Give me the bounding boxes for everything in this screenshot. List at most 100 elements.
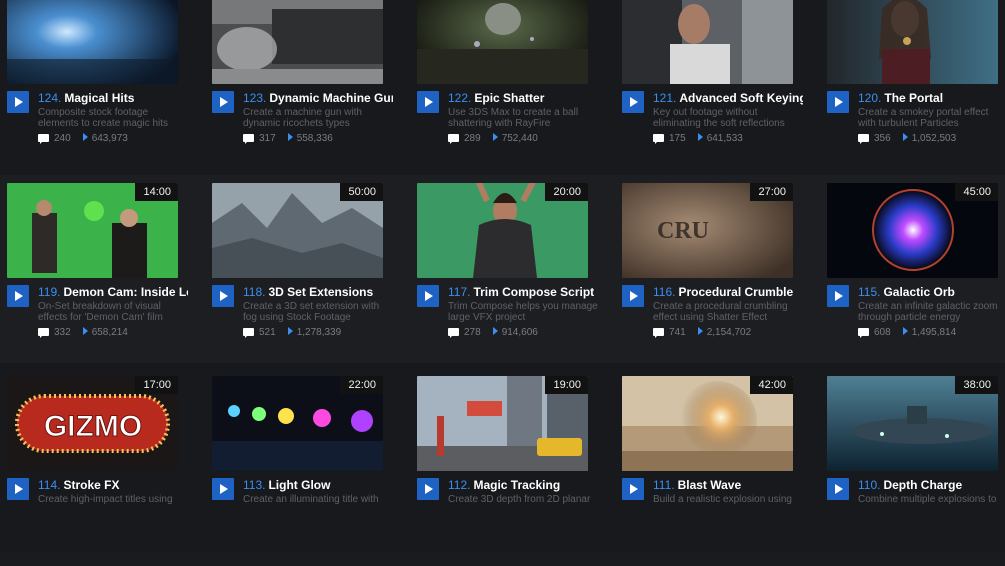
- play-button[interactable]: [212, 285, 234, 307]
- course-stats: 289 752,440: [448, 133, 598, 144]
- play-button[interactable]: [622, 285, 644, 307]
- play-button[interactable]: [7, 478, 29, 500]
- course-card[interactable]: GIZMO 17:00 114. Stroke FX Create high-impac…: [7, 376, 182, 566]
- course-card[interactable]: 50:00 118. 3D Set Extensions Create a 3D se…: [212, 183, 387, 373]
- comment-count: 332: [54, 327, 71, 338]
- course-title[interactable]: 112. Magic Tracking: [448, 478, 598, 492]
- course-title[interactable]: 113. Light Glow: [243, 478, 393, 492]
- course-title[interactable]: 121. Advanced Soft Keying: [653, 91, 803, 105]
- course-title-text: Epic Shatter: [474, 91, 545, 105]
- driver-in-car-thumbnail[interactable]: [622, 0, 793, 84]
- comment-icon: [858, 328, 869, 338]
- woman-portrait-thumbnail[interactable]: [827, 0, 998, 84]
- course-description: Create a 3D set extension with fog using…: [243, 301, 380, 323]
- course-card[interactable]: 121. Advanced Soft Keying Key out footage …: [622, 0, 803, 179]
- city-street-taxi-thumbnail[interactable]: 19:00: [417, 376, 588, 471]
- course-number: 121.: [653, 91, 677, 105]
- greenscreen-fight-thumbnail[interactable]: 14:00: [7, 183, 178, 278]
- course-description: Create a machine gun with dynamic ricoch…: [243, 107, 362, 129]
- foggy-mountains-thumbnail[interactable]: 50:00: [212, 183, 383, 278]
- course-stats: 608 1,495,814: [858, 327, 1005, 338]
- course-card[interactable]: 19:00 112. Magic Tracking Create 3D depth f…: [417, 376, 592, 566]
- play-button[interactable]: [417, 285, 439, 307]
- play-count-icon: [492, 327, 498, 335]
- play-button[interactable]: [827, 91, 849, 113]
- course-title-text: Stroke FX: [63, 478, 120, 492]
- glowing-lights-thumbnail[interactable]: 22:00: [212, 376, 383, 471]
- view-count: 2,154,702: [706, 327, 752, 338]
- course-title[interactable]: 119.Demon Cam: Inside Lo...: [38, 285, 188, 299]
- duration-badge: 38:00: [955, 376, 998, 394]
- course-card[interactable]: 123. Dynamic Machine Gun Create a machine …: [212, 0, 393, 179]
- course-card[interactable]: 124. Magical Hits Composite stock footage …: [7, 0, 182, 179]
- play-button[interactable]: [827, 285, 849, 307]
- course-title[interactable]: 117. Trim Compose Script: [448, 285, 598, 299]
- comment-icon: [243, 134, 254, 144]
- course-card[interactable]: 42:00 111. Blast Wave Build a realistic exp…: [622, 376, 797, 566]
- comment-icon: [653, 134, 664, 144]
- course-number: 119.: [38, 285, 61, 299]
- course-title-text: Advanced Soft Keying: [679, 91, 803, 105]
- course-card[interactable]: CRU 27:00 116. Procedural Crumble Create a p…: [622, 183, 797, 373]
- concrete-wall-debris-thumbnail[interactable]: [212, 0, 383, 84]
- shattering-ball-thumbnail[interactable]: [417, 0, 588, 84]
- comment-count: 289: [464, 133, 481, 144]
- duration-badge: 42:00: [750, 376, 793, 394]
- play-button[interactable]: [212, 478, 234, 500]
- course-title[interactable]: 124. Magical Hits: [38, 91, 188, 105]
- play-button[interactable]: [622, 478, 644, 500]
- course-card[interactable]: 22:00 113. Light Glow Create an illuminatin…: [212, 376, 387, 566]
- course-card[interactable]: 45:00 115. Galactic Orb Create an infinite …: [827, 183, 1002, 373]
- course-title[interactable]: 122. Epic Shatter: [448, 91, 598, 105]
- course-description: On-Set breakdown of visual effects for '…: [38, 301, 163, 323]
- magic-burst-thumbnail[interactable]: [7, 0, 178, 84]
- course-card[interactable]: 38:00 110. Depth Charge Combine multiple ex…: [827, 376, 1002, 566]
- play-button[interactable]: [417, 478, 439, 500]
- course-description: Create an infinite galactic zoom through…: [858, 301, 998, 323]
- course-card[interactable]: 122. Epic Shatter Use 3DS Max to create a …: [417, 0, 592, 179]
- course-number: 112.: [448, 478, 471, 492]
- course-number: 111.: [653, 478, 675, 492]
- energy-orb-thumbnail[interactable]: 45:00: [827, 183, 998, 278]
- play-count-icon: [492, 133, 498, 141]
- play-button[interactable]: [7, 91, 29, 113]
- comment-count: 317: [259, 133, 276, 144]
- course-title-text: Blast Wave: [677, 478, 742, 492]
- course-title[interactable]: 111. Blast Wave: [653, 478, 803, 492]
- course-number: 122.: [448, 91, 472, 105]
- course-title[interactable]: 123. Dynamic Machine Gun: [243, 91, 393, 105]
- course-title[interactable]: 118. 3D Set Extensions: [243, 285, 393, 299]
- course-title[interactable]: 115. Galactic Orb: [858, 285, 1005, 299]
- play-button[interactable]: [212, 91, 234, 113]
- course-title[interactable]: 116. Procedural Crumble: [653, 285, 803, 299]
- course-stats: 332 658,214: [38, 327, 188, 338]
- course-description: Create a procedural crumbling effect usi…: [653, 301, 788, 323]
- play-button[interactable]: [622, 91, 644, 113]
- dancer-greenscreen-thumbnail[interactable]: 20:00: [417, 183, 588, 278]
- course-number: 118.: [243, 285, 266, 299]
- duration-badge: 17:00: [135, 376, 178, 394]
- course-stats: 521 1,278,339: [243, 327, 393, 338]
- course-stats: 240 643,973: [38, 133, 188, 144]
- course-number: 110.: [858, 478, 881, 492]
- course-title-text: Trim Compose Script: [473, 285, 595, 299]
- play-button[interactable]: [7, 285, 29, 307]
- course-title-text: Galactic Orb: [883, 285, 955, 299]
- course-description: Composite stock footage elements to crea…: [38, 107, 169, 129]
- submarine-thumbnail[interactable]: 38:00: [827, 376, 998, 471]
- play-button[interactable]: [827, 478, 849, 500]
- gizmo-sign-thumbnail[interactable]: GIZMO 17:00: [7, 376, 178, 471]
- course-title[interactable]: 114. Stroke FX: [38, 478, 188, 492]
- crumbling-text-thumbnail[interactable]: CRU 27:00: [622, 183, 793, 278]
- course-card[interactable]: 20:00 117. Trim Compose Script Trim Compose…: [417, 183, 598, 373]
- play-button[interactable]: [417, 91, 439, 113]
- view-count: 1,495,814: [911, 327, 957, 338]
- course-title[interactable]: 120. The Portal: [858, 91, 1005, 105]
- play-count-icon: [82, 327, 88, 335]
- course-card[interactable]: 120. The Portal Create a smokey portal eff…: [827, 0, 1002, 179]
- course-stats: 278 914,606: [448, 327, 598, 338]
- course-title[interactable]: 110. Depth Charge: [858, 478, 1005, 492]
- desert-explosion-thumbnail[interactable]: 42:00: [622, 376, 793, 471]
- course-card[interactable]: 14:00 119.Demon Cam: Inside Lo... On-Set b…: [7, 183, 188, 373]
- play-count-icon: [82, 133, 88, 141]
